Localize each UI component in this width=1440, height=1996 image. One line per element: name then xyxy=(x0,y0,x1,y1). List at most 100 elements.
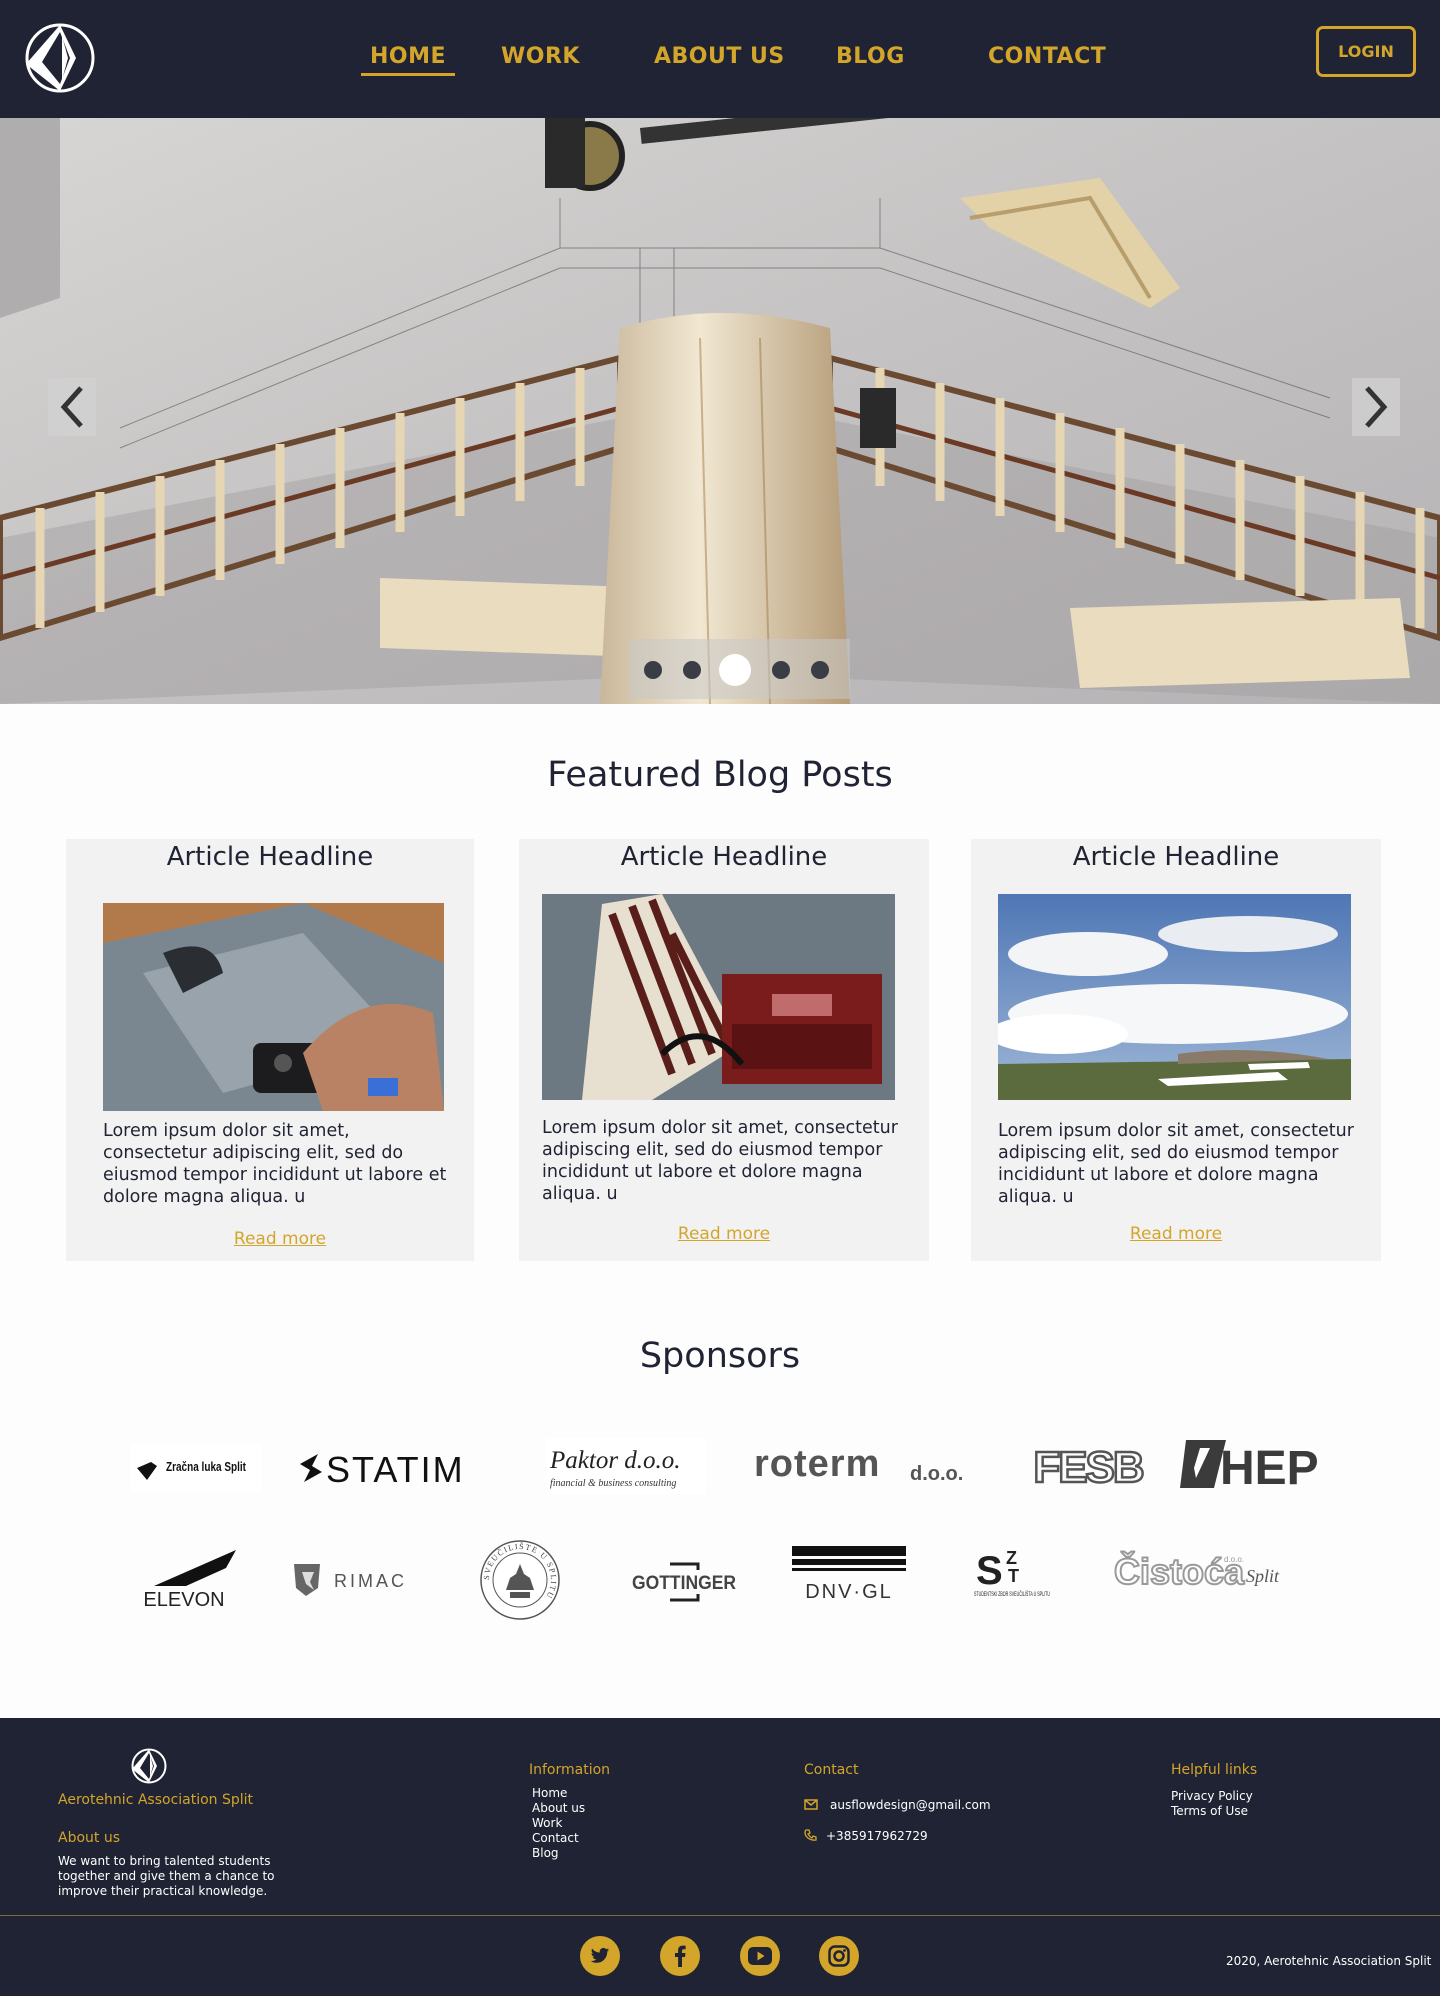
sponsor-text: ELEVON xyxy=(143,1589,224,1611)
nav-work[interactable]: WORK xyxy=(501,44,580,69)
sponsor-text: Paktor d.o.o. xyxy=(549,1447,681,1474)
sponsor-logo-elevon[interactable]: ELEVON xyxy=(136,1548,246,1612)
sponsor-text: DNV·GL xyxy=(805,1581,893,1603)
article-excerpt: Lorem ipsum dolor sit amet, consectetur … xyxy=(542,1118,898,1204)
arrow-right-icon xyxy=(1365,386,1388,428)
svg-text:Z: Z xyxy=(1006,1548,1017,1568)
sponsor-logo-cistoca[interactable]: Čistoća d.o.o. Split xyxy=(1112,1548,1280,1596)
phone-icon xyxy=(804,1829,817,1841)
footer-link-work[interactable]: Work xyxy=(532,1816,585,1831)
login-button[interactable]: LOGIN xyxy=(1316,26,1416,77)
sponsor-text: Split xyxy=(1246,1566,1280,1586)
next-slide-button[interactable] xyxy=(1352,378,1400,436)
read-more-link[interactable]: Read more xyxy=(971,1224,1381,1244)
hero-image xyxy=(0,118,1440,704)
sponsor-text: STUDENTSKI ZBOR SVEUČILIŠTA U SPLITU xyxy=(974,1591,1050,1598)
sponsor-text: STATIM xyxy=(326,1449,465,1490)
footer-about-text: We want to bring talented students toget… xyxy=(58,1854,275,1899)
blog-card: Article Headline Lorem ipsum dolor sit a… xyxy=(66,839,474,1261)
hero-carousel xyxy=(0,118,1440,704)
sponsor-logo-dnv-gl[interactable]: DNV·GL xyxy=(790,1546,908,1604)
article-headline: Article Headline xyxy=(1072,842,1280,872)
article-headline: Article Headline xyxy=(620,842,828,872)
article-excerpt: Lorem ipsum dolor sit amet, consectetur … xyxy=(998,1121,1354,1207)
article-headline: Article Headline xyxy=(166,842,374,872)
sponsor-text: financial & business consulting xyxy=(550,1478,676,1489)
footer-about-title: About us xyxy=(58,1830,121,1846)
carousel-dot-active[interactable] xyxy=(719,654,751,686)
sponsor-logo-paktor[interactable]: Paktor d.o.o. financial & business consu… xyxy=(546,1438,706,1494)
footer-contact-title: Contact xyxy=(804,1762,859,1778)
read-more-link[interactable]: Read more xyxy=(519,1224,929,1244)
sponsor-text: GOTTINGER xyxy=(632,1573,736,1594)
main-nav: HOME WORK ABOUT US BLOG CONTACT xyxy=(0,44,1440,84)
footer-helpful-title: Helpful links xyxy=(1171,1762,1258,1778)
footer-link-about-us[interactable]: About us xyxy=(532,1801,585,1816)
carousel-indicators xyxy=(630,639,850,699)
footer-copyright: 2020, Aerotehnic Association Split xyxy=(1226,1954,1432,1968)
sponsor-logo-zracna-luka[interactable]: Zračna luka Split xyxy=(131,1444,261,1492)
sponsor-logo-roterm[interactable]: roterm d.o.o. xyxy=(752,1440,972,1490)
article-image xyxy=(542,894,895,1100)
blog-section-title: Featured Blog Posts xyxy=(547,755,893,795)
nav-about-us[interactable]: ABOUT US xyxy=(654,44,785,69)
carousel-dot[interactable] xyxy=(772,661,790,679)
sponsor-text: FESB xyxy=(1033,1443,1143,1488)
twitter-icon xyxy=(590,1947,610,1963)
footer-link-privacy-policy[interactable]: Privacy Policy xyxy=(1171,1789,1253,1804)
sponsor-logo-studentski-zbor[interactable]: S Z T STUDENTSKI ZBOR SVEUČILIŠTA U SPLI… xyxy=(970,1546,1054,1602)
footer-phone[interactable]: +385917962729 xyxy=(826,1829,928,1843)
sponsor-logo-fesb[interactable]: FESB xyxy=(1031,1440,1145,1488)
sponsor-text: d.o.o. xyxy=(1224,1555,1244,1564)
svg-text:T: T xyxy=(1008,1566,1019,1586)
article-image xyxy=(103,903,444,1111)
footer-logo-icon[interactable] xyxy=(130,1748,168,1784)
svg-text:S: S xyxy=(976,1549,1003,1593)
facebook-link[interactable] xyxy=(660,1936,700,1976)
about-text-line: together and give them a chance to xyxy=(58,1869,275,1883)
footer-link-blog[interactable]: Blog xyxy=(532,1846,585,1861)
blog-card: Article Headline Lorem ipsum dolor sit a… xyxy=(971,839,1381,1261)
youtube-link[interactable] xyxy=(740,1936,780,1976)
footer-email[interactable]: ausflowdesign@gmail.com xyxy=(830,1798,991,1812)
prev-slide-button[interactable] xyxy=(48,378,96,436)
sponsor-logo-sveuciliste[interactable]: SVEUČILIŠTE U SPLITU xyxy=(478,1538,562,1622)
twitter-link[interactable] xyxy=(580,1936,620,1976)
nav-contact[interactable]: CONTACT xyxy=(988,44,1106,69)
sponsor-logo-rimac[interactable]: RIMAC xyxy=(290,1560,418,1600)
footer: Aerotehnic Association Split About us We… xyxy=(0,1718,1440,1996)
footer-info-title: Information xyxy=(529,1762,611,1778)
article-image xyxy=(998,894,1351,1100)
sponsors-section-title: Sponsors xyxy=(639,1336,801,1376)
about-text-line: improve their practical knowledge. xyxy=(58,1884,268,1898)
sponsor-logo-gottinger[interactable]: GOTTINGER xyxy=(630,1562,738,1602)
carousel-dot[interactable] xyxy=(811,661,829,679)
sponsor-text: HEP xyxy=(1220,1442,1319,1490)
footer-info-links: Home About us Work Contact Blog xyxy=(532,1786,585,1861)
footer-link-terms-of-use[interactable]: Terms of Use xyxy=(1171,1804,1253,1819)
sponsor-logo-hep[interactable]: HEP xyxy=(1180,1438,1326,1490)
carousel-dot[interactable] xyxy=(683,661,701,679)
nav-blog[interactable]: BLOG xyxy=(836,44,905,69)
carousel-dot[interactable] xyxy=(644,661,662,679)
blog-card: Article Headline Lorem ipsum dolor sit a… xyxy=(519,839,929,1261)
sponsor-text: roterm xyxy=(754,1443,880,1485)
sponsor-text: RIMAC xyxy=(334,1571,407,1591)
article-excerpt: Lorem ipsum dolor sit amet, consectetur … xyxy=(103,1121,447,1207)
footer-helpful-links: Privacy Policy Terms of Use xyxy=(1171,1789,1253,1819)
footer-link-home[interactable]: Home xyxy=(532,1786,585,1801)
footer-divider xyxy=(0,1915,1440,1916)
sponsor-text: d.o.o. xyxy=(910,1463,963,1485)
sponsor-text: Zračna luka Split xyxy=(166,1459,247,1474)
about-text-line: We want to bring talented students xyxy=(58,1854,271,1868)
footer-link-contact[interactable]: Contact xyxy=(532,1831,585,1846)
instagram-icon xyxy=(828,1945,850,1967)
email-icon xyxy=(804,1799,818,1810)
nav-home[interactable]: HOME xyxy=(361,44,456,76)
instagram-link[interactable] xyxy=(819,1936,859,1976)
arrow-left-icon xyxy=(60,386,83,428)
youtube-icon xyxy=(748,1947,772,1965)
read-more-link[interactable]: Read more xyxy=(76,1229,484,1249)
facebook-icon xyxy=(675,1945,686,1967)
sponsor-logo-statim[interactable]: STATIM xyxy=(296,1444,488,1492)
